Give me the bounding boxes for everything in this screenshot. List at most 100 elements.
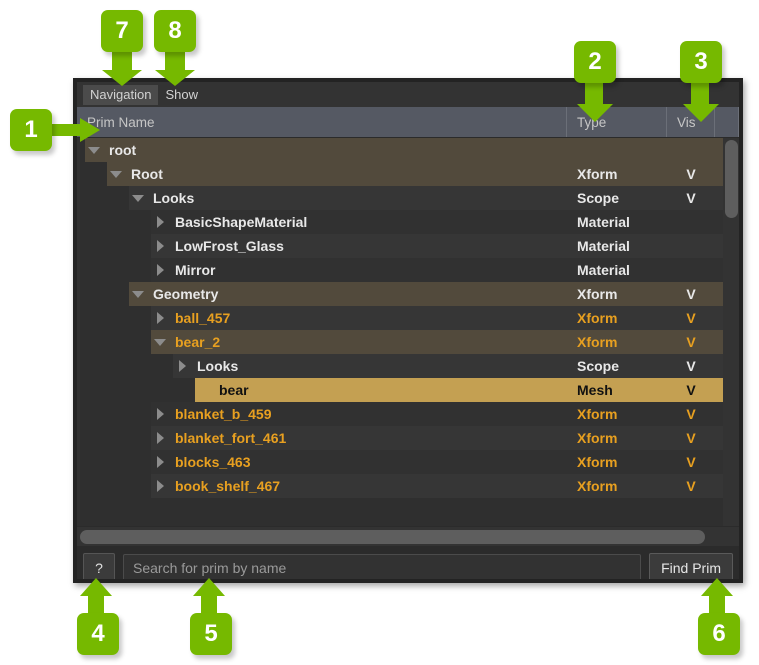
prim-name-cell[interactable]: ball_457 bbox=[77, 306, 567, 330]
prim-visibility-toggle[interactable]: V bbox=[667, 378, 715, 402]
chevron-right-icon[interactable] bbox=[151, 474, 169, 498]
chevron-right-icon[interactable] bbox=[151, 426, 169, 450]
prim-visibility-toggle[interactable] bbox=[667, 234, 715, 258]
prim-tree-row[interactable]: blanket_fort_461 Xform V bbox=[77, 426, 723, 450]
tree-indent-gutter bbox=[77, 210, 151, 234]
prim-name-cell[interactable]: blocks_463 bbox=[77, 450, 567, 474]
tree-leaf-spacer bbox=[195, 378, 213, 402]
chevron-down-icon[interactable] bbox=[129, 186, 147, 210]
prim-type-cell: Xform bbox=[577, 334, 618, 350]
prim-visibility-toggle[interactable]: V bbox=[667, 402, 715, 426]
chevron-right-icon[interactable] bbox=[151, 306, 169, 330]
prim-name-label: ball_457 bbox=[175, 310, 231, 326]
prim-tree-row[interactable]: BasicShapeMaterial Material bbox=[77, 210, 723, 234]
prim-name-label: bear bbox=[219, 382, 249, 398]
prim-tree-row[interactable]: Geometry Xform V bbox=[77, 282, 723, 306]
column-header-prim-name[interactable]: Prim Name bbox=[77, 107, 567, 137]
prim-tree-row[interactable]: ball_457 Xform V bbox=[77, 306, 723, 330]
prim-visibility-toggle[interactable]: V bbox=[667, 186, 715, 210]
chevron-right-icon[interactable] bbox=[151, 234, 169, 258]
prim-visibility-toggle[interactable] bbox=[667, 138, 715, 162]
prim-name-label: blocks_463 bbox=[175, 454, 251, 470]
prim-name-cell[interactable]: bear_2 bbox=[77, 330, 567, 354]
prim-type-cell: Mesh bbox=[577, 382, 613, 398]
prim-name-label: root bbox=[109, 142, 137, 158]
prim-row-filler bbox=[715, 306, 723, 330]
prim-visibility-toggle[interactable]: V bbox=[667, 282, 715, 306]
chevron-down-icon[interactable] bbox=[151, 330, 169, 354]
triangle-glyph bbox=[132, 194, 144, 202]
prim-type-cell: Material bbox=[577, 238, 630, 254]
prim-visibility-toggle[interactable]: V bbox=[667, 162, 715, 186]
horizontal-scrollbar-thumb[interactable] bbox=[80, 530, 705, 544]
chevron-down-icon[interactable] bbox=[129, 282, 147, 306]
prim-tree-row[interactable]: Root Xform V bbox=[77, 162, 723, 186]
vertical-scrollbar-thumb[interactable] bbox=[725, 140, 738, 218]
chevron-right-icon[interactable] bbox=[173, 354, 191, 378]
prim-name-cell[interactable]: blanket_fort_461 bbox=[77, 426, 567, 450]
prim-visibility-toggle[interactable] bbox=[667, 210, 715, 234]
prim-type-cell: Xform bbox=[577, 406, 618, 422]
prim-name-cell[interactable]: book_shelf_467 bbox=[77, 474, 567, 498]
prim-name-cell[interactable]: bear bbox=[77, 378, 567, 402]
prim-type-cell bbox=[567, 138, 667, 162]
prim-tree-row[interactable]: root bbox=[77, 138, 723, 162]
prim-visibility-toggle[interactable] bbox=[667, 258, 715, 282]
chevron-right-icon[interactable] bbox=[151, 210, 169, 234]
callout-badge-7: 7 bbox=[101, 10, 143, 52]
chevron-right-icon[interactable] bbox=[151, 402, 169, 426]
chevron-down-icon[interactable] bbox=[107, 162, 125, 186]
prim-row-filler bbox=[715, 186, 723, 210]
prim-visibility-toggle[interactable]: V bbox=[667, 330, 715, 354]
prim-visibility-toggle[interactable]: V bbox=[667, 474, 715, 498]
callout-arrow-2 bbox=[577, 76, 613, 122]
prim-name-cell[interactable]: LowFrost_Glass bbox=[77, 234, 567, 258]
prim-tree-row[interactable]: blanket_b_459 Xform V bbox=[77, 402, 723, 426]
prim-type-cell: Xform bbox=[577, 286, 618, 302]
prim-name-cell[interactable]: blanket_b_459 bbox=[77, 402, 567, 426]
prim-name-cell[interactable]: Mirror bbox=[77, 258, 567, 282]
prim-tree-row[interactable]: Looks Scope V bbox=[77, 186, 723, 210]
triangle-glyph bbox=[156, 432, 164, 444]
prim-row-filler bbox=[715, 210, 723, 234]
prim-name-cell[interactable]: Looks bbox=[77, 186, 567, 210]
prim-name-cell[interactable]: BasicShapeMaterial bbox=[77, 210, 567, 234]
prim-visibility-toggle[interactable]: V bbox=[667, 450, 715, 474]
prim-tree-row[interactable]: bear Mesh V bbox=[77, 378, 723, 402]
vertical-scrollbar[interactable] bbox=[723, 138, 739, 526]
column-header-row: Prim Name Type Vis bbox=[77, 107, 739, 138]
prim-row-filler bbox=[715, 234, 723, 258]
prim-tree-row[interactable]: Mirror Material bbox=[77, 258, 723, 282]
triangle-glyph bbox=[156, 216, 164, 228]
prim-visibility-toggle[interactable]: V bbox=[667, 306, 715, 330]
prim-name-label: Geometry bbox=[153, 286, 219, 302]
tree-indent-gutter bbox=[77, 330, 151, 354]
chevron-right-icon[interactable] bbox=[151, 258, 169, 282]
prim-tree-row[interactable]: bear_2 Xform V bbox=[77, 330, 723, 354]
prim-type-cell: Scope bbox=[577, 190, 620, 206]
prim-visibility-toggle[interactable]: V bbox=[667, 354, 715, 378]
prim-row-filler bbox=[715, 354, 723, 378]
prim-tree-row[interactable]: blocks_463 Xform V bbox=[77, 450, 723, 474]
stage-tree-panel: Navigation Show Prim Name Type Vis root R… bbox=[73, 78, 743, 583]
tree-indent-gutter bbox=[77, 354, 173, 378]
chevron-right-icon[interactable] bbox=[151, 450, 169, 474]
prim-visibility-toggle[interactable]: V bbox=[667, 426, 715, 450]
prim-name-cell[interactable]: Root bbox=[77, 162, 567, 186]
prim-tree-row[interactable]: LowFrost_Glass Material bbox=[77, 234, 723, 258]
prim-tree-row[interactable]: book_shelf_467 Xform V bbox=[77, 474, 723, 498]
prim-name-cell[interactable]: root bbox=[77, 138, 567, 162]
prim-tree-row[interactable]: Looks Scope V bbox=[77, 354, 723, 378]
prim-type-cell: Xform bbox=[577, 430, 618, 446]
prim-type-cell: Xform bbox=[577, 478, 618, 494]
triangle-glyph bbox=[156, 480, 164, 492]
prim-row-filler bbox=[715, 138, 723, 162]
tree-indent-gutter bbox=[77, 258, 151, 282]
prim-row-filler bbox=[715, 378, 723, 402]
triangle-glyph bbox=[156, 240, 164, 252]
prim-name-cell[interactable]: Looks bbox=[77, 354, 567, 378]
horizontal-scrollbar[interactable] bbox=[77, 526, 739, 546]
prim-row-filler bbox=[715, 282, 723, 306]
prim-name-cell[interactable]: Geometry bbox=[77, 282, 567, 306]
triangle-glyph bbox=[154, 338, 166, 346]
